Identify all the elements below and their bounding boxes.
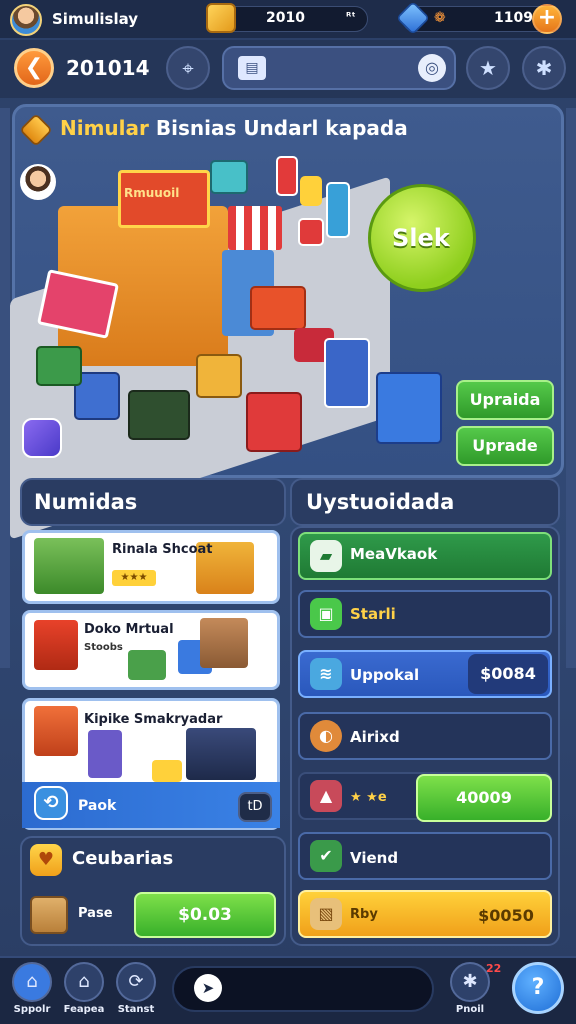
- truck-prop[interactable]: [246, 392, 302, 452]
- back-button[interactable]: ❮: [14, 48, 54, 88]
- card-2-thumbnail: [34, 620, 78, 670]
- gem-amount: 1109: [494, 10, 533, 26]
- poster-prop: [298, 218, 324, 246]
- card-3-machine: [88, 730, 122, 778]
- row-2-label: Starli: [350, 605, 396, 623]
- gift-icon: ▲: [310, 780, 342, 812]
- row-7-price[interactable]: $0050: [466, 898, 546, 934]
- card-2-store: [200, 618, 248, 668]
- upgrade-button-top[interactable]: Upraida: [456, 380, 554, 420]
- card-1-rating: ★★★: [112, 570, 156, 586]
- card-3-title: Kipike Smakryadar: [84, 712, 223, 727]
- coin-suffix: ᴿᵗ: [346, 10, 356, 23]
- coin-amount: 2010: [266, 10, 305, 26]
- row-3-price[interactable]: $0084: [468, 654, 548, 694]
- add-currency-button[interactable]: +: [532, 4, 562, 34]
- collect-bubble-label: Slek: [392, 224, 450, 252]
- cycle-icon[interactable]: ⟳: [116, 962, 156, 1002]
- buy-button[interactable]: $0.03: [134, 892, 276, 938]
- pack-icon: ⟲: [34, 786, 68, 820]
- row-3-label: Uppokal: [350, 666, 420, 684]
- gear-icon[interactable]: ✱: [522, 46, 566, 90]
- card-3-badge[interactable]: tD: [238, 792, 272, 822]
- nav-label-4: Pnoil: [455, 1004, 485, 1015]
- player-avatar[interactable]: [10, 4, 42, 36]
- left-bottom-title: Ceubarias: [72, 848, 174, 869]
- app-title: Simulislay: [52, 10, 139, 28]
- card-1-title: Rinala Shcoat: [112, 542, 213, 557]
- scene-title-rest: Bisnias Undarl kapada: [148, 116, 408, 140]
- left-bottom-label: Pase: [78, 906, 113, 921]
- card-2-subtitle: Stoobs: [84, 642, 123, 653]
- gear-icon[interactable]: ✱: [450, 962, 490, 1002]
- upgrade-icon: ≋: [310, 658, 342, 690]
- card-2-produce: [128, 650, 166, 680]
- check-icon: ✔: [310, 840, 342, 872]
- nav-label-3: Stanst: [117, 1004, 155, 1015]
- shelf-prop[interactable]: [324, 338, 370, 408]
- calendar-icon: ▤: [238, 56, 266, 80]
- sign-prop: [300, 176, 322, 206]
- box-icon: ▧: [310, 898, 342, 930]
- left-panel-title: Numidas: [34, 490, 138, 514]
- help-button[interactable]: ?: [512, 962, 564, 1014]
- billboard-prop: [326, 182, 350, 238]
- level-number: 201014: [66, 56, 150, 80]
- cart-prop[interactable]: [196, 354, 242, 398]
- right-panel-title: Uystuoidada: [306, 490, 455, 514]
- market-stall[interactable]: [36, 346, 82, 386]
- gem-boost-icon[interactable]: [22, 418, 62, 458]
- side-decor-left: [0, 108, 10, 668]
- card-3-thumbnail: [34, 706, 78, 756]
- row-5-buy-button[interactable]: 40009: [416, 774, 552, 822]
- shop-icon: ▰: [310, 540, 342, 572]
- side-decor-right: [566, 108, 576, 668]
- van-prop[interactable]: [128, 390, 190, 440]
- row-7-label: Rby: [350, 907, 378, 922]
- nav-label-1: Sppolr: [13, 1004, 51, 1015]
- row-6-label: Viend: [350, 849, 399, 867]
- bread-icon: ◐: [310, 720, 342, 752]
- card-1-thumbnail: [34, 538, 104, 594]
- basket-prop[interactable]: [376, 372, 442, 444]
- row-4-label: Airixd: [350, 728, 400, 746]
- heart-icon: ♥: [30, 844, 62, 876]
- shop-sign-text: Rmuuoil: [124, 186, 180, 200]
- card-2-title: Doko Mrtual: [84, 622, 174, 637]
- scene-title-highlight: Nimular: [60, 116, 149, 140]
- package-icon: [30, 896, 68, 934]
- produce-stand[interactable]: [250, 286, 306, 330]
- home-icon[interactable]: ⌂: [12, 962, 52, 1002]
- search-icon[interactable]: ◎: [418, 54, 446, 82]
- house-icon[interactable]: ⌂: [64, 962, 104, 1002]
- poster-prop: [276, 156, 298, 196]
- upgrade-button-bottom[interactable]: Uprade: [456, 426, 554, 466]
- gem-prefix-icon: ❁: [434, 10, 446, 26]
- compass-icon[interactable]: ➤: [194, 974, 222, 1002]
- star-icon[interactable]: ★: [466, 46, 510, 90]
- pack-label: Paok: [78, 798, 117, 814]
- manager-avatar[interactable]: [20, 164, 56, 200]
- crate-prop: [210, 160, 248, 194]
- row-5-label: ★ ★e: [350, 790, 387, 805]
- card-3-shelf: [186, 728, 256, 780]
- crosshair-icon[interactable]: ⌖: [166, 46, 210, 90]
- play-icon: ▣: [310, 598, 342, 630]
- scene-title: Nimular Bisnias Undarl kapada: [60, 116, 408, 140]
- notification-count: 22: [486, 962, 502, 975]
- nav-label-2: Feapea: [63, 1004, 105, 1015]
- row-1-label: MeaVkaok: [350, 545, 438, 563]
- card-3-car: [152, 760, 182, 782]
- awning: [228, 206, 282, 250]
- coin-icon: [206, 3, 236, 33]
